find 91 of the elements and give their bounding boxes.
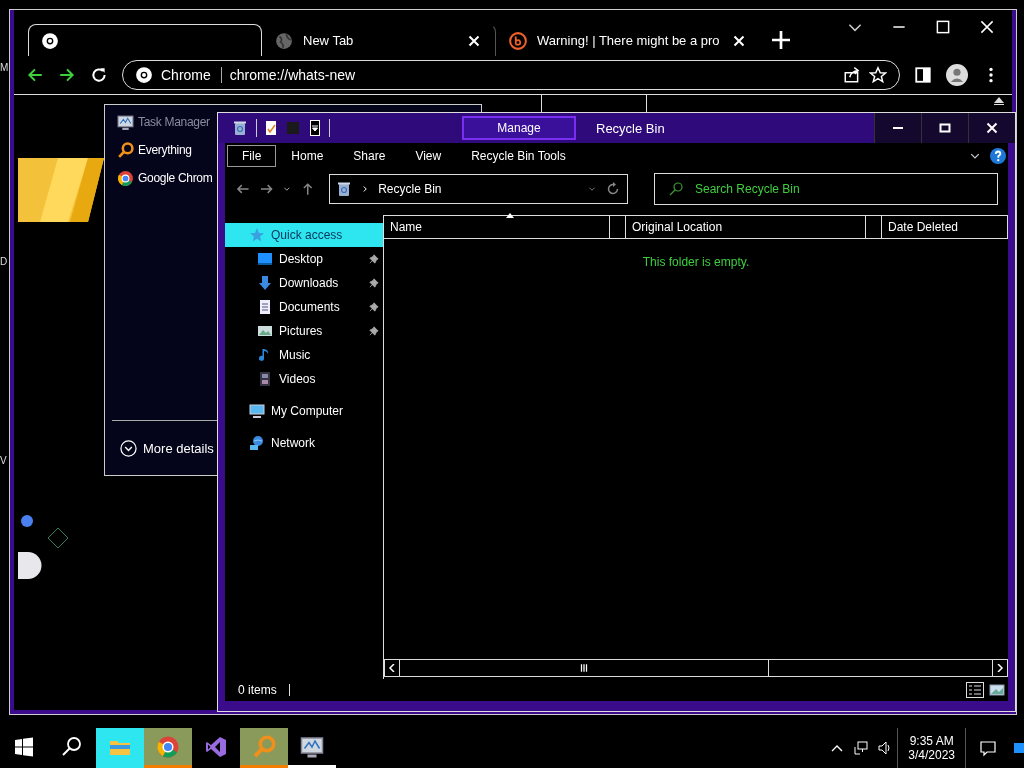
empty-folder-message: This folder is empty.: [642, 255, 750, 269]
forward-arrow-icon[interactable]: [58, 66, 76, 84]
minimize-icon: [893, 127, 903, 129]
column-header[interactable]: Name: [384, 216, 610, 238]
star-icon[interactable]: [869, 66, 887, 84]
tiles-view-icon[interactable]: [988, 682, 1006, 698]
close-icon[interactable]: [978, 18, 996, 36]
avatar-icon[interactable]: [946, 64, 968, 86]
search-field[interactable]: Search Recycle Bin: [654, 173, 998, 205]
document-icon: [257, 299, 273, 315]
back-arrow-icon[interactable]: [26, 66, 44, 84]
browser-tab[interactable]: New Tab: [262, 24, 496, 56]
nav-item[interactable]: Desktop: [225, 247, 383, 271]
diamond-outline: [47, 527, 69, 549]
refresh-icon[interactable]: [605, 181, 621, 197]
nav-item[interactable]: Documents: [225, 295, 383, 319]
magnifier-icon: [117, 141, 134, 159]
maximize-icon[interactable]: [934, 18, 952, 36]
letter-logo-icon: [509, 31, 527, 50]
network-icon[interactable]: [853, 740, 870, 756]
clock-time: 9:35 AM: [909, 734, 954, 748]
side-panel-icon[interactable]: [914, 66, 932, 84]
nav-item[interactable]: Downloads: [225, 271, 383, 295]
context-tab[interactable]: Manage: [462, 116, 576, 140]
ribbon-tab[interactable]: Home: [276, 145, 339, 167]
monitor-chart-icon: [117, 113, 134, 131]
column-header[interactable]: Date Deleted: [882, 216, 1008, 238]
computer-icon: [249, 403, 265, 419]
maximize-icon: [939, 122, 951, 134]
properties-icon[interactable]: [263, 120, 279, 136]
nav-item[interactable]: Network: [225, 431, 383, 455]
chrome-icon: [41, 31, 59, 50]
download-icon: [257, 275, 273, 291]
horizontal-scrollbar[interactable]: [384, 659, 1008, 677]
desktop-icon-label: D: [0, 256, 8, 267]
close-icon: [986, 122, 998, 134]
browser-tab[interactable]: Warning! | There might be a pro: [496, 24, 761, 56]
desktop-icon-label: V: [0, 455, 7, 466]
monitor-chart-icon: [300, 734, 324, 759]
search-icon: [668, 181, 684, 197]
browser-tab[interactable]: [28, 24, 262, 56]
ribbon-tab[interactable]: View: [400, 145, 457, 167]
chevron-circle-icon: [120, 439, 137, 457]
column-header[interactable]: Original Location: [626, 216, 866, 238]
clock-date: 3/4/2023: [908, 748, 955, 762]
globe-icon: [275, 31, 293, 50]
videos-icon: [257, 371, 273, 387]
ribbon-tab[interactable]: Recycle Bin Tools: [456, 145, 581, 167]
process-item[interactable]: Google Chrom: [117, 167, 213, 189]
address-field[interactable]: Recycle Bin: [329, 174, 628, 204]
scroll-right-icon: [996, 664, 1004, 672]
details-view-icon[interactable]: [966, 682, 984, 698]
chrome-icon: [156, 734, 180, 759]
grip-icon: [579, 663, 589, 673]
desktop-icon-label: M: [0, 62, 9, 73]
pill-shape: [18, 552, 42, 579]
notifications-icon[interactable]: [979, 739, 997, 757]
chrome-icon: [117, 169, 134, 187]
process-item[interactable]: Everything: [117, 139, 192, 161]
reload-icon[interactable]: [90, 66, 108, 84]
ribbon-tab[interactable]: Share: [338, 145, 401, 167]
star-icon: [249, 227, 265, 243]
share-icon[interactable]: [843, 66, 861, 84]
chevron-down-icon[interactable]: [970, 151, 980, 161]
site-chip: Chrome: [161, 67, 222, 83]
desktop-icon: [257, 251, 273, 267]
sort-arrow-icon: [506, 213, 514, 218]
window-title: Recycle Bin: [596, 120, 666, 136]
pictures-icon: [257, 323, 273, 339]
url-text: chrome://whats-new: [229, 67, 357, 83]
clock[interactable]: 9:35 AM 3/4/2023: [897, 728, 966, 768]
nav-item[interactable]: Videos: [225, 367, 383, 391]
ribbon-tab[interactable]: File: [227, 145, 277, 167]
magnifier-icon: [252, 734, 276, 759]
more-details-button[interactable]: More details: [120, 439, 214, 457]
scroll-up-arrow-icon: [994, 97, 1004, 105]
breadcrumb-item[interactable]: Recycle Bin: [378, 182, 579, 196]
recycle-bin-icon: [232, 120, 248, 136]
nav-item[interactable]: My Computer: [225, 399, 383, 423]
dot-shape: [21, 515, 33, 527]
infinity-logo-icon: [204, 734, 228, 759]
recycle-bin-icon: [336, 181, 353, 197]
dropdown-icon[interactable]: [307, 120, 323, 136]
nav-item[interactable]: Music: [225, 343, 383, 367]
nav-item[interactable]: Pictures: [225, 319, 383, 343]
nav-item[interactable]: Quick access: [225, 223, 383, 247]
network-icon: [249, 435, 265, 451]
help-icon[interactable]: [990, 148, 1006, 164]
chrome-icon: [135, 66, 153, 84]
scroll-left-icon: [388, 664, 396, 672]
item-count: 0 items: [238, 683, 277, 697]
